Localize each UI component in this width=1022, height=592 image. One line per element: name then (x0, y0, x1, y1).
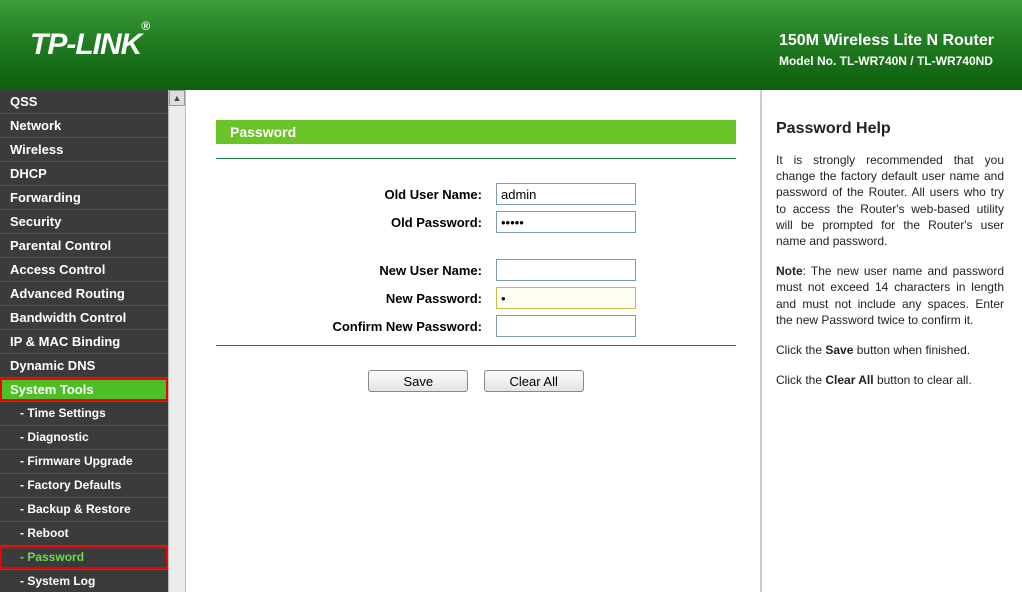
help-paragraph-2: Note: The new user name and password mus… (776, 263, 1004, 328)
sidebar-item-advanced-routing[interactable]: Advanced Routing (0, 282, 168, 306)
help-title: Password Help (776, 120, 1004, 138)
sidebar-scrollbar[interactable]: ▲ (168, 90, 186, 592)
sidebar-item-parental-control[interactable]: Parental Control (0, 234, 168, 258)
header: TP-LINK® 150M Wireless Lite N Router Mod… (0, 0, 1022, 90)
sidebar-item-label: Access Control (10, 262, 105, 277)
sidebar-item-label: - Factory Defaults (20, 478, 121, 492)
sidebar-item-label: Security (10, 214, 61, 229)
help-paragraph-4: Click the Clear All button to clear all. (776, 372, 1004, 388)
sidebar-item-label: DHCP (10, 166, 47, 181)
sidebar-item-dynamic-dns[interactable]: Dynamic DNS (0, 354, 168, 378)
sidebar-item-bandwidth-control[interactable]: Bandwidth Control (0, 306, 168, 330)
header-product-info: 150M Wireless Lite N Router Model No. TL… (779, 32, 994, 68)
sidebar: QSS Network Wireless DHCP Forwarding Sec… (0, 90, 168, 592)
sidebar-item-label: Advanced Routing (10, 286, 125, 301)
help-note-text: : The new user name and password must no… (776, 264, 1004, 327)
sidebar-sub-system-log[interactable]: - System Log (0, 570, 168, 592)
sidebar-item-security[interactable]: Security (0, 210, 168, 234)
sidebar-sub-diagnostic[interactable]: - Diagnostic (0, 426, 168, 450)
logo: TP-LINK® (30, 28, 149, 62)
product-title: 150M Wireless Lite N Router (779, 32, 994, 50)
sidebar-item-label: QSS (10, 94, 37, 109)
sidebar-sub-password[interactable]: - Password (0, 546, 168, 570)
page-title: Password (216, 120, 736, 144)
new-user-name-label: New User Name: (216, 263, 496, 278)
sidebar-sub-backup-restore[interactable]: - Backup & Restore (0, 498, 168, 522)
sidebar-item-label: Network (10, 118, 61, 133)
sidebar-sub-reboot[interactable]: - Reboot (0, 522, 168, 546)
divider (216, 158, 736, 159)
help-panel: Password Help It is strongly recommended… (762, 90, 1022, 592)
sidebar-sub-factory-defaults[interactable]: - Factory Defaults (0, 474, 168, 498)
sidebar-item-qss[interactable]: QSS (0, 90, 168, 114)
sidebar-item-label: - Password (20, 550, 84, 564)
sidebar-item-access-control[interactable]: Access Control (0, 258, 168, 282)
confirm-password-field[interactable] (496, 315, 636, 337)
sidebar-item-ip-mac-binding[interactable]: IP & MAC Binding (0, 330, 168, 354)
help-note-label: Note (776, 264, 803, 278)
sidebar-item-label: - System Log (20, 574, 95, 588)
new-user-name-field[interactable] (496, 259, 636, 281)
save-button[interactable]: Save (368, 370, 468, 392)
product-model: Model No. TL-WR740N / TL-WR740ND (779, 54, 994, 68)
sidebar-item-label: Dynamic DNS (10, 358, 95, 373)
sidebar-item-forwarding[interactable]: Forwarding (0, 186, 168, 210)
old-password-label: Old Password: (216, 215, 496, 230)
old-user-name-label: Old User Name: (216, 187, 496, 202)
sidebar-sub-firmware-upgrade[interactable]: - Firmware Upgrade (0, 450, 168, 474)
sidebar-item-label: Bandwidth Control (10, 310, 126, 325)
new-password-label: New Password: (216, 291, 496, 306)
sidebar-item-dhcp[interactable]: DHCP (0, 162, 168, 186)
sidebar-item-system-tools[interactable]: System Tools (0, 378, 168, 402)
sidebar-item-label: - Diagnostic (20, 430, 89, 444)
old-user-name-field[interactable] (496, 183, 636, 205)
sidebar-item-network[interactable]: Network (0, 114, 168, 138)
sidebar-item-label: - Backup & Restore (20, 502, 131, 516)
sidebar-item-label: Wireless (10, 142, 63, 157)
sidebar-item-label: - Firmware Upgrade (20, 454, 133, 468)
sidebar-sub-time-settings[interactable]: - Time Settings (0, 402, 168, 426)
help-paragraph-1: It is strongly recommended that you chan… (776, 152, 1004, 249)
main-content: Password Old User Name: Old Password: Ne… (186, 90, 762, 592)
sidebar-item-label: - Time Settings (20, 406, 106, 420)
sidebar-item-label: - Reboot (20, 526, 69, 540)
sidebar-item-label: Parental Control (10, 238, 111, 253)
sidebar-item-wireless[interactable]: Wireless (0, 138, 168, 162)
new-password-field[interactable] (496, 287, 636, 309)
confirm-password-label: Confirm New Password: (216, 319, 496, 334)
divider (216, 345, 736, 346)
help-paragraph-3: Click the Save button when finished. (776, 342, 1004, 358)
clear-all-button[interactable]: Clear All (484, 370, 584, 392)
sidebar-item-label: Forwarding (10, 190, 81, 205)
sidebar-item-label: IP & MAC Binding (10, 334, 120, 349)
scroll-up-icon[interactable]: ▲ (169, 90, 185, 106)
old-password-field[interactable] (496, 211, 636, 233)
sidebar-item-label: System Tools (10, 382, 94, 397)
